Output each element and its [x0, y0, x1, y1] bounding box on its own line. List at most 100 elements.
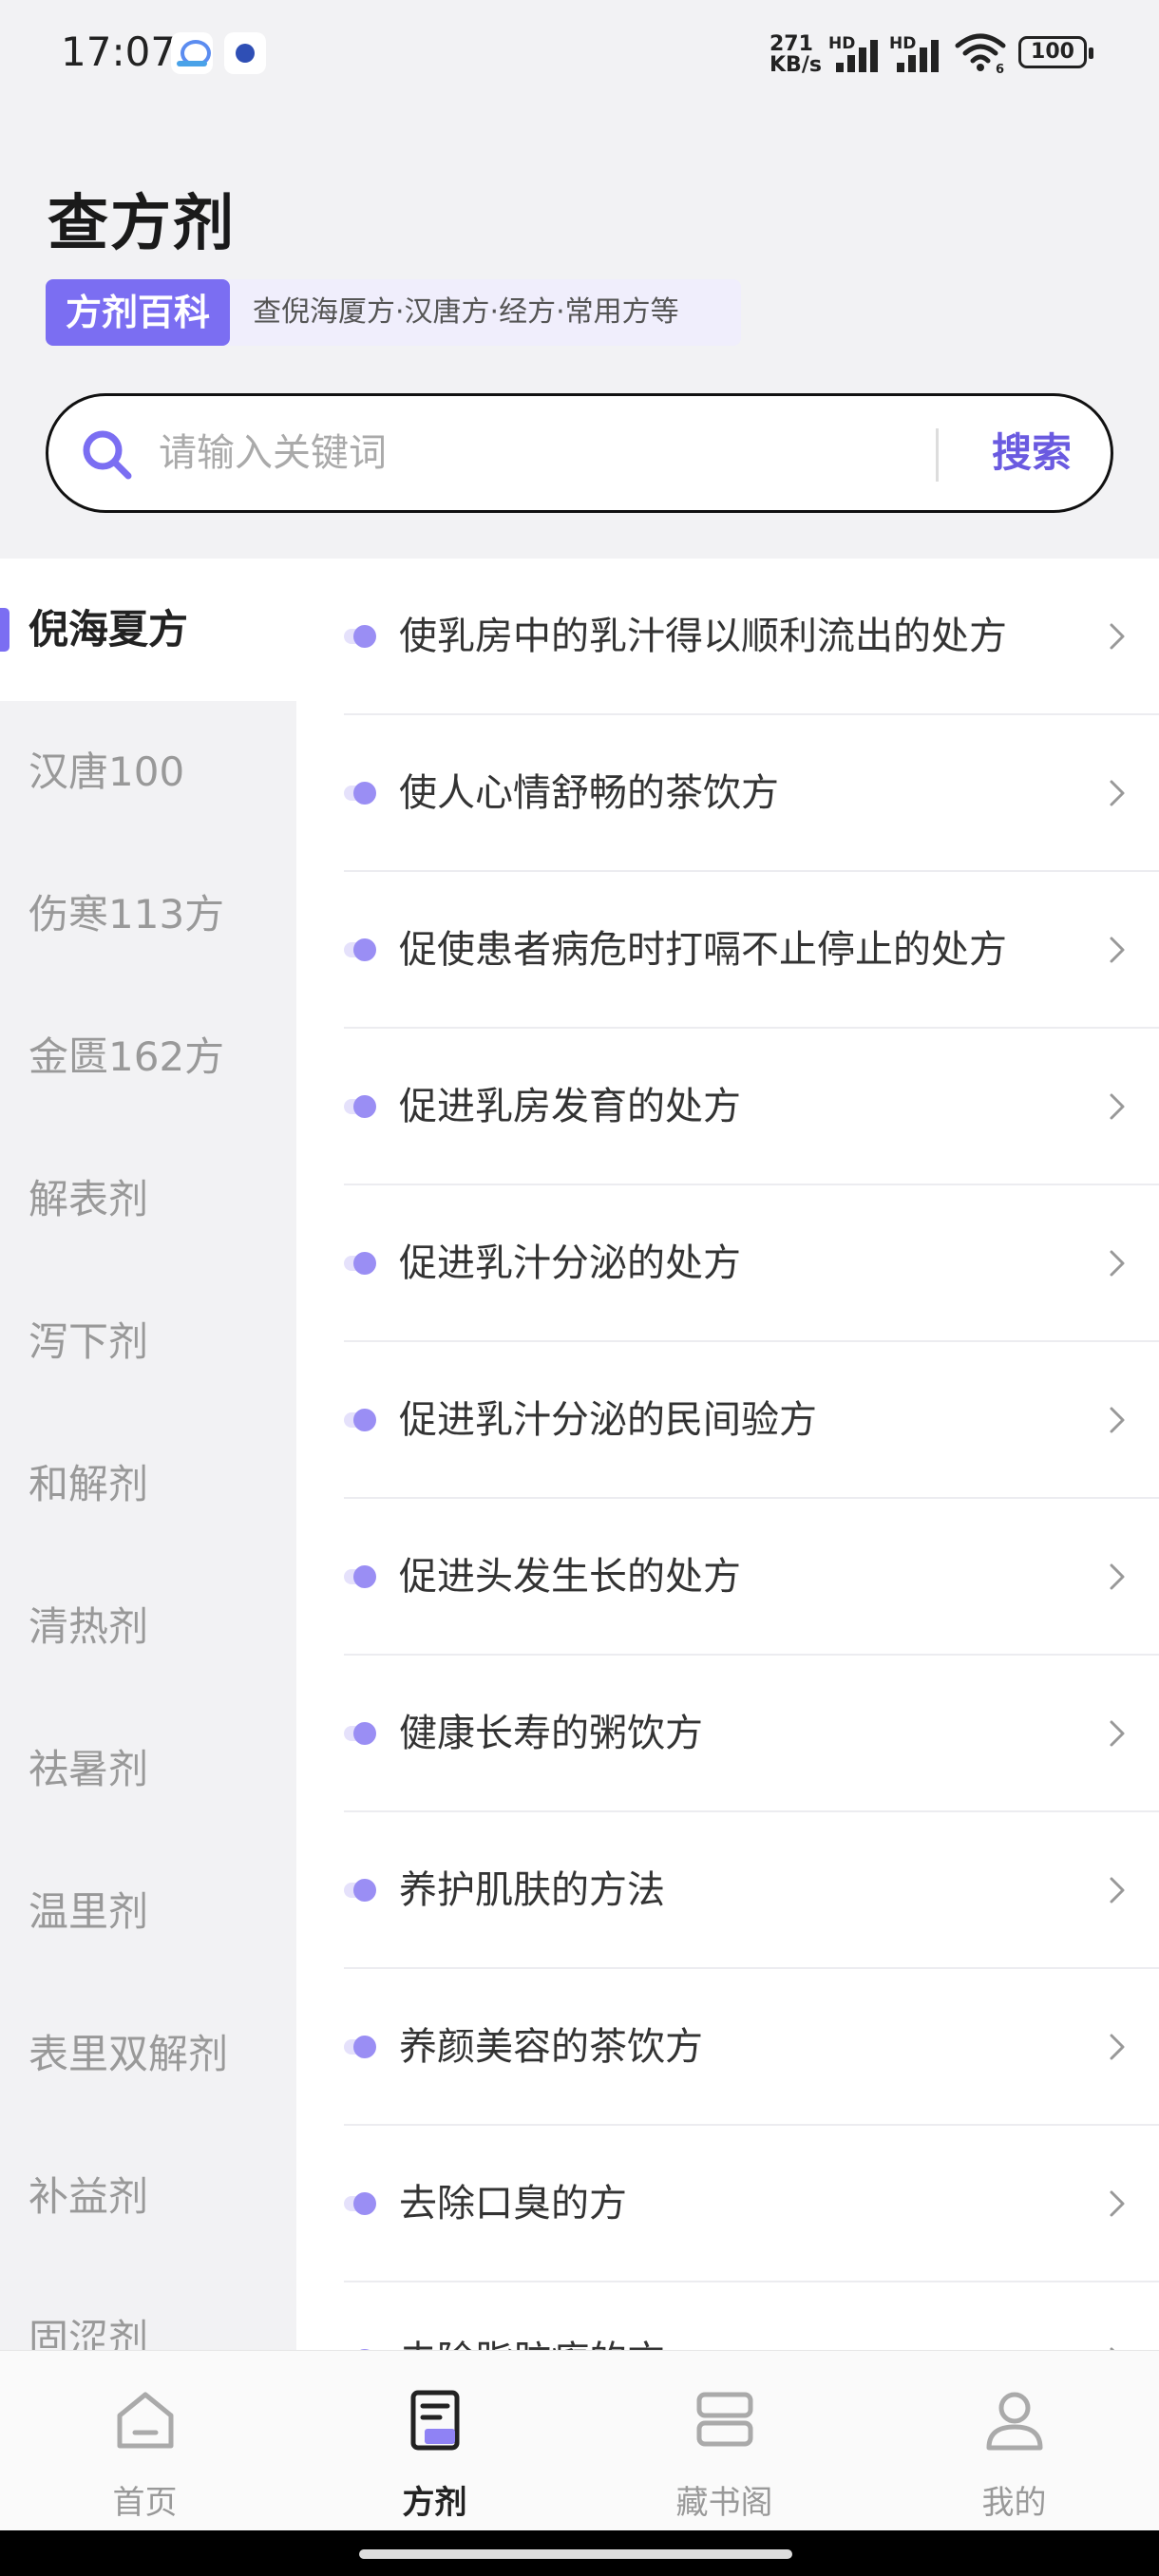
- chevron-right-icon: [1110, 1720, 1125, 1747]
- encyclopedia-banner: 方剂百科 查倪海厦方·汉唐方·经方·常用方等: [46, 279, 741, 346]
- bullet-icon: [344, 782, 378, 805]
- list-item-label: 促进头发生长的处方: [399, 1555, 741, 1599]
- system-navigation-bar: [0, 2530, 1159, 2576]
- list-item-label: 使乳房中的乳汁得以顺利流出的处方: [399, 615, 1007, 658]
- home-indicator[interactable]: [359, 2549, 792, 2559]
- list-item[interactable]: 促使患者病危时打嗝不止停止的处方: [344, 872, 1159, 1029]
- prescription-list: 使乳房中的乳汁得以顺利流出的处方 使人心情舒畅的茶饮方 促使患者病危时打嗝不止停…: [296, 559, 1159, 2350]
- bullet-icon: [344, 1252, 378, 1275]
- sidebar-item-jingui[interactable]: 金匮162方: [0, 986, 296, 1128]
- list-item[interactable]: 养护肌肤的方法: [344, 1812, 1159, 1969]
- chevron-right-icon: [1110, 1877, 1125, 1904]
- list-item-label: 健康长寿的粥饮方: [399, 1712, 703, 1755]
- chevron-right-icon: [1110, 780, 1125, 806]
- content-area: 倪海夏方 汉唐100 伤寒113方 金匮162方 解表剂 泻下剂 和解剂 清热剂…: [0, 559, 1159, 2350]
- list-item-label: 去除脂肪瘤的方: [399, 2282, 665, 2350]
- nav-label: 藏书阁: [675, 2484, 773, 2522]
- wifi-generation-label: 6: [996, 63, 1004, 74]
- notification-app-icon: [171, 32, 213, 74]
- chevron-right-icon: [1110, 2034, 1125, 2060]
- bullet-icon: [344, 1565, 378, 1588]
- sidebar-item-biaolishuangjie[interactable]: 表里双解剂: [0, 1983, 296, 2126]
- bullet-icon: [344, 1409, 378, 1431]
- list-item-label: 使人心情舒畅的茶饮方: [399, 771, 779, 815]
- chevron-right-icon: [1110, 2190, 1125, 2217]
- list-item-label: 养护肌肤的方法: [399, 1868, 665, 1912]
- chevron-right-icon: [1110, 1407, 1125, 1433]
- sidebar-item-jiebiao[interactable]: 解表剂: [0, 1128, 296, 1271]
- list-item[interactable]: 促进乳汁分泌的民间验方: [344, 1342, 1159, 1499]
- encyclopedia-description: 查倪海厦方·汉唐方·经方·常用方等: [253, 295, 679, 329]
- nav-home[interactable]: 首页: [0, 2351, 290, 2531]
- category-sidebar: 倪海夏方 汉唐100 伤寒113方 金匮162方 解表剂 泻下剂 和解剂 清热剂…: [0, 559, 296, 2350]
- chevron-right-icon: [1110, 1093, 1125, 1120]
- encyclopedia-badge: 方剂百科: [46, 279, 230, 346]
- search-divider: [936, 428, 939, 482]
- prescription-icon: [410, 2390, 460, 2451]
- network-speed-value: 271: [770, 32, 813, 56]
- page-title: 查方剂: [48, 189, 236, 259]
- sidebar-item-nihaixia[interactable]: 倪海夏方: [0, 559, 296, 701]
- nav-label: 首页: [112, 2484, 178, 2522]
- chevron-right-icon: [1110, 1563, 1125, 1590]
- signal-hd-label: HD: [828, 34, 856, 53]
- network-speed-unit: KB/s: [770, 53, 822, 77]
- bottom-nav: 首页 方剂 藏书阁 我的: [0, 2350, 1159, 2530]
- sidebar-item-xiexia[interactable]: 泻下剂: [0, 1271, 296, 1413]
- nav-prescription[interactable]: 方剂: [290, 2351, 580, 2531]
- status-bar: 17:07 271 KB/s HD HD 6 100: [0, 0, 1159, 110]
- nav-label: 方剂: [402, 2484, 467, 2522]
- sidebar-item-hejie[interactable]: 和解剂: [0, 1413, 296, 1556]
- bullet-icon: [344, 1879, 378, 1902]
- nav-label: 我的: [981, 2484, 1047, 2522]
- chevron-right-icon: [1110, 2347, 1115, 2350]
- list-item-label: 促进乳汁分泌的处方: [399, 1241, 741, 1285]
- network-speed: 271 KB/s: [770, 34, 822, 76]
- list-item[interactable]: 使乳房中的乳汁得以顺利流出的处方: [344, 559, 1159, 715]
- sidebar-item-qingre[interactable]: 清热剂: [0, 1556, 296, 1698]
- list-item[interactable]: 养颜美容的茶饮方: [344, 1969, 1159, 2126]
- wifi-icon: 6: [954, 32, 1007, 77]
- nav-profile[interactable]: 我的: [869, 2351, 1159, 2531]
- list-item[interactable]: 健康长寿的粥饮方: [344, 1656, 1159, 1812]
- library-icon: [696, 2392, 753, 2447]
- home-icon: [117, 2392, 174, 2449]
- bullet-icon: [344, 2036, 378, 2058]
- list-item[interactable]: 使人心情舒畅的茶饮方: [344, 715, 1159, 872]
- bullet-icon: [344, 625, 378, 648]
- list-item[interactable]: 促进乳房发育的处方: [344, 1029, 1159, 1185]
- sidebar-item-shanghan[interactable]: 伤寒113方: [0, 843, 296, 986]
- list-item-label: 促进乳汁分泌的民间验方: [399, 1398, 817, 1442]
- search-input[interactable]: [159, 417, 957, 489]
- list-item-label: 养颜美容的茶饮方: [399, 2025, 703, 2069]
- bullet-icon: [344, 2192, 378, 2215]
- list-item[interactable]: 去除口臭的方: [344, 2126, 1159, 2282]
- search-bar: 搜索: [46, 393, 1113, 513]
- list-item-label: 促进乳房发育的处方: [399, 1085, 741, 1128]
- list-item[interactable]: 促进乳汁分泌的处方: [344, 1185, 1159, 1342]
- list-item[interactable]: 促进头发生长的处方: [344, 1499, 1159, 1656]
- chevron-right-icon: [1110, 937, 1125, 963]
- status-time: 17:07: [61, 28, 177, 75]
- sidebar-item-buyi[interactable]: 补益剂: [0, 2126, 296, 2268]
- chevron-right-icon: [1110, 623, 1125, 650]
- bullet-icon: [344, 1722, 378, 1745]
- signal-icon: HD: [828, 34, 882, 72]
- app-screen: 17:07 271 KB/s HD HD 6 100 查方剂 方剂百科 查倪海厦…: [0, 0, 1159, 2576]
- sidebar-item-hantang[interactable]: 汉唐100: [0, 701, 296, 843]
- list-item[interactable]: 去除脂肪瘤的方: [344, 2282, 1159, 2350]
- profile-icon: [986, 2392, 1043, 2451]
- sidebar-item-wenli[interactable]: 温里剂: [0, 1841, 296, 1983]
- sidebar-item-qushu[interactable]: 祛暑剂: [0, 1698, 296, 1841]
- bullet-icon: [344, 938, 378, 961]
- nav-library[interactable]: 藏书阁: [580, 2351, 869, 2531]
- battery-icon: 100: [1018, 36, 1093, 68]
- sidebar-item-guse[interactable]: 固涩剂: [0, 2268, 296, 2350]
- search-icon: [83, 430, 132, 480]
- bullet-icon: [344, 1095, 378, 1118]
- signal-icon: HD: [889, 34, 942, 72]
- search-button[interactable]: 搜索: [960, 396, 1103, 510]
- signal-hd-label: HD: [889, 34, 917, 53]
- chevron-right-icon: [1110, 1250, 1125, 1277]
- notification-app-icon: [224, 32, 266, 74]
